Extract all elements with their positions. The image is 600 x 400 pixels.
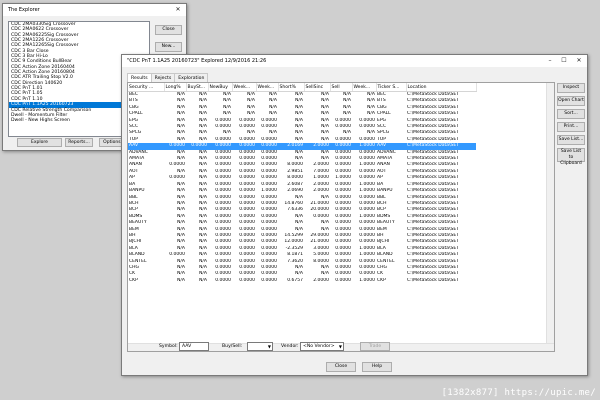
table-cell: N/A [199,277,207,283]
table-cell: N/A [177,277,185,283]
buysell-select[interactable]: ▼ [247,342,273,351]
table-cell: N/A [367,92,375,97]
column-header[interactable]: Week... [352,83,377,92]
buysell-label: Buy/Sell: [222,344,243,349]
vendor-value: <No Vendor> [303,344,335,349]
chevron-down-icon: ▼ [267,344,271,349]
table-row[interactable]: BJCHI N/A N/A 0.0000 0.0000 0.0000 12.0000 21.0… [128,239,476,245]
chevron-down-icon: ▼ [338,344,342,349]
table-row[interactable]: CK N/A N/A 0.0000 0.0000 0.0000 N/A N/A 0.0000 0.… [128,271,476,277]
table-row[interactable]: SPCG N/A N/A N/A N/A N/A N/A N/A N/A N/A SPCG C:\Me… [128,130,476,136]
results-titlebar: "CDC PnT 1.1A25 20160723" Explored 12/9/… [122,55,587,67]
table-cell: 1.0000 [359,277,375,283]
table-cell: C:\MetaStock Data\SET [407,92,459,97]
vendor-select[interactable]: <No Vendor> ▼ [300,342,344,351]
table-cell: N/A [199,92,207,97]
trade-button[interactable]: Trade [360,342,390,351]
side-button-0[interactable]: Inspect [557,83,585,93]
side-button-1[interactable]: Open Chart [557,96,585,106]
column-header[interactable]: BuySt... [186,83,209,92]
table-row[interactable]: BTS N/A N/A N/A N/A N/A N/A N/A N/A N/A BTS C:\Meta… [128,98,476,104]
help-button[interactable]: Help [362,362,392,372]
close-icon[interactable]: ✕ [170,4,186,16]
table-cell: N/A [177,92,185,97]
table-row[interactable]: BANPU N/A N/A 0.0000 0.0000 1.0000 2.0690 2.000… [128,188,476,194]
close-icon[interactable]: ✕ [571,55,587,67]
table-row[interactable]: BEC N/A N/A N/A N/A N/A N/A N/A N/A N/A BEC C:\Meta… [128,92,476,99]
results-table: Security ... Long% BuySt... NewBuy Week... We… [128,83,477,284]
table-row[interactable]: AP 0.0000 N/A 0.0000 0.0000 0.0000 8.0000 1.000… [128,175,476,181]
table-row[interactable]: BEM N/A N/A 0.0000 0.0000 0.0000 N/A N/A 0.0000 0… [128,227,476,233]
table-cell: 0.0000 [261,277,277,283]
column-header[interactable]: Week... [232,83,257,92]
table-cell: BEC [129,92,139,97]
column-header[interactable]: Week... [256,83,279,92]
table-row[interactable]: BCP N/A N/A 0.0000 0.0000 0.0000 7.6336 20.0000… [128,207,476,213]
explorer-close-button[interactable]: Close [155,25,182,35]
table-cell: CKP [129,277,138,283]
results-tabs: Results Rejects Exploration [127,73,209,82]
table-cell: 0.0000 [239,277,255,283]
tab-exploration[interactable]: Exploration [174,73,209,82]
reports-button[interactable]: Reports... [65,138,93,147]
table-row[interactable]: BBL N/A N/A 0.0000 0.0000 0.0000 N/A N/A 0.0000 0… [128,195,476,201]
column-header[interactable]: Sell [330,83,353,92]
results-window: "CDC PnT 1.1A25 20160723" Explored 12/9/… [121,54,588,376]
column-header[interactable]: NewBuy [208,83,233,92]
side-button-4[interactable]: Save List... [557,135,585,145]
results-close-button[interactable]: Close [326,362,356,372]
table-cell: C:\MetaStock Data\SET [407,277,459,283]
table-cell: N/A [295,92,303,97]
table-row[interactable]: BLAND 0.0000 N/A 0.0000 0.0000 0.0000 8.1871 5.… [128,252,476,258]
table-row[interactable]: ANAN 0.0000 N/A 0.0000 0.0000 0.0000 8.0000 2.0… [128,162,476,168]
table-cell: 0.6757 [287,277,303,283]
tab-rejects[interactable]: Rejects [150,73,176,82]
table-cell: 0.0000 [215,277,231,283]
table-row[interactable]: AAV 0.0000 0.0000 0.0000 0.0000 0.0000 2.0169 2… [128,143,476,150]
symbol-field[interactable]: AAV [179,342,209,351]
maximize-icon[interactable]: ☐ [557,55,571,67]
table-cell: N/A [343,92,351,97]
new-button[interactable]: New... [155,42,182,52]
table-cell: N/A [321,92,329,97]
symbol-label: Symbol: [159,344,178,349]
tab-results[interactable]: Results [127,73,152,82]
table-row[interactable]: CKP N/A N/A 0.0000 0.0000 0.0000 0.6757 2.0000 0… [128,278,476,284]
explorer-title: The Explorer [8,7,40,13]
column-header[interactable]: Short% [278,83,305,92]
watermark-text: [1382x877] https://upic.me/ [441,388,596,398]
table-cell: 0.0000 [335,277,351,283]
vertical-scrollbar[interactable] [546,83,554,351]
column-header[interactable]: Long% [164,83,187,92]
explore-button[interactable]: Explore [17,138,62,147]
table-cell: 2.0000 [313,277,329,283]
results-title: "CDC PnT 1.1A25 20160723" Explored 12/9/… [127,58,267,64]
side-button-2[interactable]: Sort... [557,109,585,119]
column-header[interactable]: Location [406,83,477,92]
table-cell: N/A [223,92,231,97]
side-button-5[interactable]: Save List to Clipboard [557,148,585,166]
column-header[interactable]: SellSinc [304,83,331,92]
table-cell: N/A [247,92,255,97]
explorer-titlebar: The Explorer ✕ [3,4,186,16]
column-header[interactable]: Security ... [128,83,165,92]
side-button-3[interactable]: Print... [557,122,585,132]
table-row[interactable]: CPALL N/A N/A N/A N/A N/A N/A N/A N/A N/A CPALL C:\… [128,111,476,117]
table-row[interactable]: BEAUTY N/A N/A 0.0000 0.0000 0.0000 N/A N/A 0.00… [128,220,476,226]
vendor-label: Vendor: [281,344,299,349]
table-cell: BEC [377,92,387,97]
table-cell: CKP [377,277,386,283]
results-grid[interactable]: Security ... Long% BuySt... NewBuy Week... We… [127,82,555,352]
column-header[interactable]: Ticker S... [376,83,407,92]
minimize-icon[interactable]: – [543,55,557,67]
table-cell: N/A [269,92,277,97]
